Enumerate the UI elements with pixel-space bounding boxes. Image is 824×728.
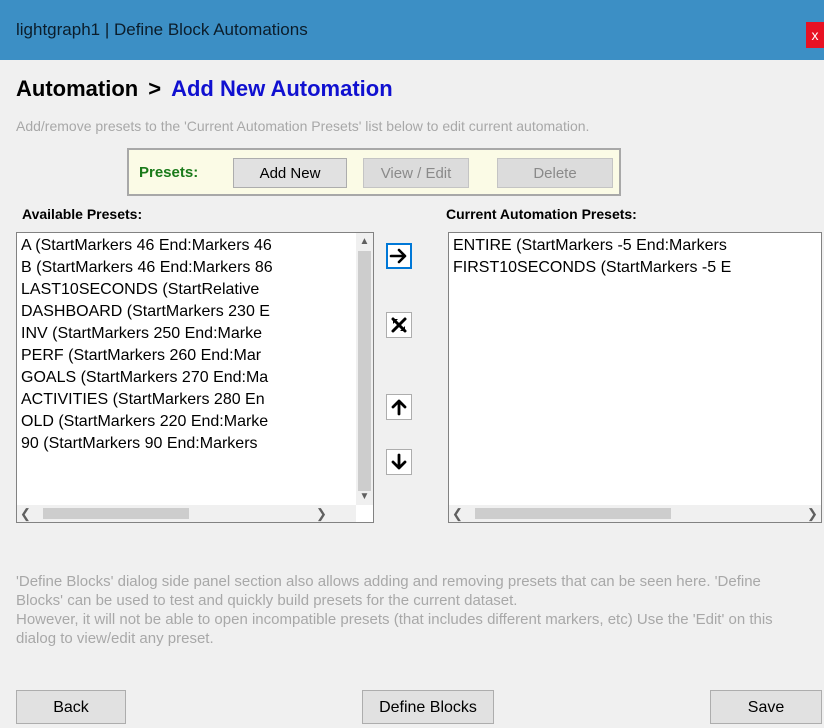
arrow-up-icon bbox=[391, 399, 407, 416]
scroll-down-icon[interactable]: ▼ bbox=[356, 488, 373, 505]
scroll-left-icon[interactable]: ❮ bbox=[449, 505, 466, 522]
list-item[interactable]: DASHBOARD (StartMarkers 230 E bbox=[21, 301, 351, 323]
scroll-thumb[interactable] bbox=[358, 251, 371, 491]
list-item[interactable]: 90 (StartMarkers 90 End:Markers bbox=[21, 433, 351, 455]
breadcrumb-current: Add New Automation bbox=[171, 76, 393, 101]
breadcrumb-root: Automation bbox=[16, 76, 139, 101]
view-edit-preset-button[interactable]: View / Edit bbox=[363, 158, 469, 188]
list-item[interactable]: LAST10SECONDS (StartRelative bbox=[21, 279, 351, 301]
list-item[interactable]: B (StartMarkers 46 End:Markers 86 bbox=[21, 257, 351, 279]
add-new-preset-button[interactable]: Add New bbox=[233, 158, 347, 188]
presets-toolbar: Presets: Add New View / Edit Delete bbox=[127, 148, 621, 196]
list-item[interactable]: ENTIRE (StartMarkers -5 End:Markers bbox=[453, 235, 819, 257]
save-button[interactable]: Save bbox=[710, 690, 822, 724]
move-down-button[interactable] bbox=[386, 449, 412, 475]
list-item[interactable]: FIRST10SECONDS (StartMarkers -5 E bbox=[453, 257, 819, 279]
delete-preset-button[interactable]: Delete bbox=[497, 158, 613, 188]
list-item[interactable]: PERF (StartMarkers 260 End:Mar bbox=[21, 345, 351, 367]
list-item[interactable]: A (StartMarkers 46 End:Markers 46 bbox=[21, 235, 351, 257]
close-button[interactable]: x bbox=[806, 22, 824, 48]
available-presets-label: Available Presets: bbox=[22, 206, 143, 222]
define-blocks-button[interactable]: Define Blocks bbox=[362, 690, 494, 724]
scroll-right-icon[interactable]: ❯ bbox=[313, 505, 330, 522]
move-up-button[interactable] bbox=[386, 394, 412, 420]
current-presets-list[interactable]: ENTIRE (StartMarkers -5 End:Markers FIRS… bbox=[448, 232, 822, 523]
available-presets-list[interactable]: A (StartMarkers 46 End:Markers 46 B (Sta… bbox=[16, 232, 374, 523]
info-note: 'Define Blocks' dialog side panel sectio… bbox=[16, 573, 761, 609]
current-presets-label: Current Automation Presets: bbox=[446, 206, 637, 222]
list-item[interactable]: ACTIVITIES (StartMarkers 280 En bbox=[21, 389, 351, 411]
horizontal-scrollbar[interactable]: ❮ ❯ bbox=[449, 505, 821, 522]
arrow-right-icon bbox=[389, 248, 407, 264]
scroll-right-icon[interactable]: ❯ bbox=[804, 505, 821, 522]
remove-from-current-button[interactable] bbox=[386, 312, 412, 338]
instructions-text: Add/remove presets to the 'Current Autom… bbox=[16, 118, 590, 134]
horizontal-scrollbar[interactable]: ❮ ❯ bbox=[17, 505, 356, 522]
arrow-down-icon bbox=[391, 453, 407, 470]
warning-note: However, it will not be able to open inc… bbox=[16, 611, 773, 647]
cross-arrows-icon bbox=[391, 317, 407, 333]
scroll-left-icon[interactable]: ❮ bbox=[17, 505, 34, 522]
scroll-up-icon[interactable]: ▲ bbox=[356, 233, 373, 250]
scroll-thumb[interactable] bbox=[475, 508, 671, 519]
title-bar: lightgraph1 | Define Block Automations x bbox=[0, 0, 824, 60]
list-item[interactable]: GOALS (StartMarkers 270 End:Ma bbox=[21, 367, 351, 389]
add-to-current-button[interactable] bbox=[386, 243, 412, 269]
list-item[interactable]: INV (StartMarkers 250 End:Marke bbox=[21, 323, 351, 345]
presets-label: Presets: bbox=[139, 164, 199, 181]
vertical-scrollbar[interactable]: ▲ ▼ bbox=[356, 233, 373, 505]
window-title: lightgraph1 | Define Block Automations bbox=[16, 20, 308, 39]
list-item[interactable]: OLD (StartMarkers 220 End:Marke bbox=[21, 411, 351, 433]
back-button[interactable]: Back bbox=[16, 690, 126, 724]
scroll-thumb[interactable] bbox=[43, 508, 189, 519]
page-title: Automation > Add New Automation bbox=[16, 76, 393, 102]
breadcrumb-separator: > bbox=[148, 76, 162, 101]
